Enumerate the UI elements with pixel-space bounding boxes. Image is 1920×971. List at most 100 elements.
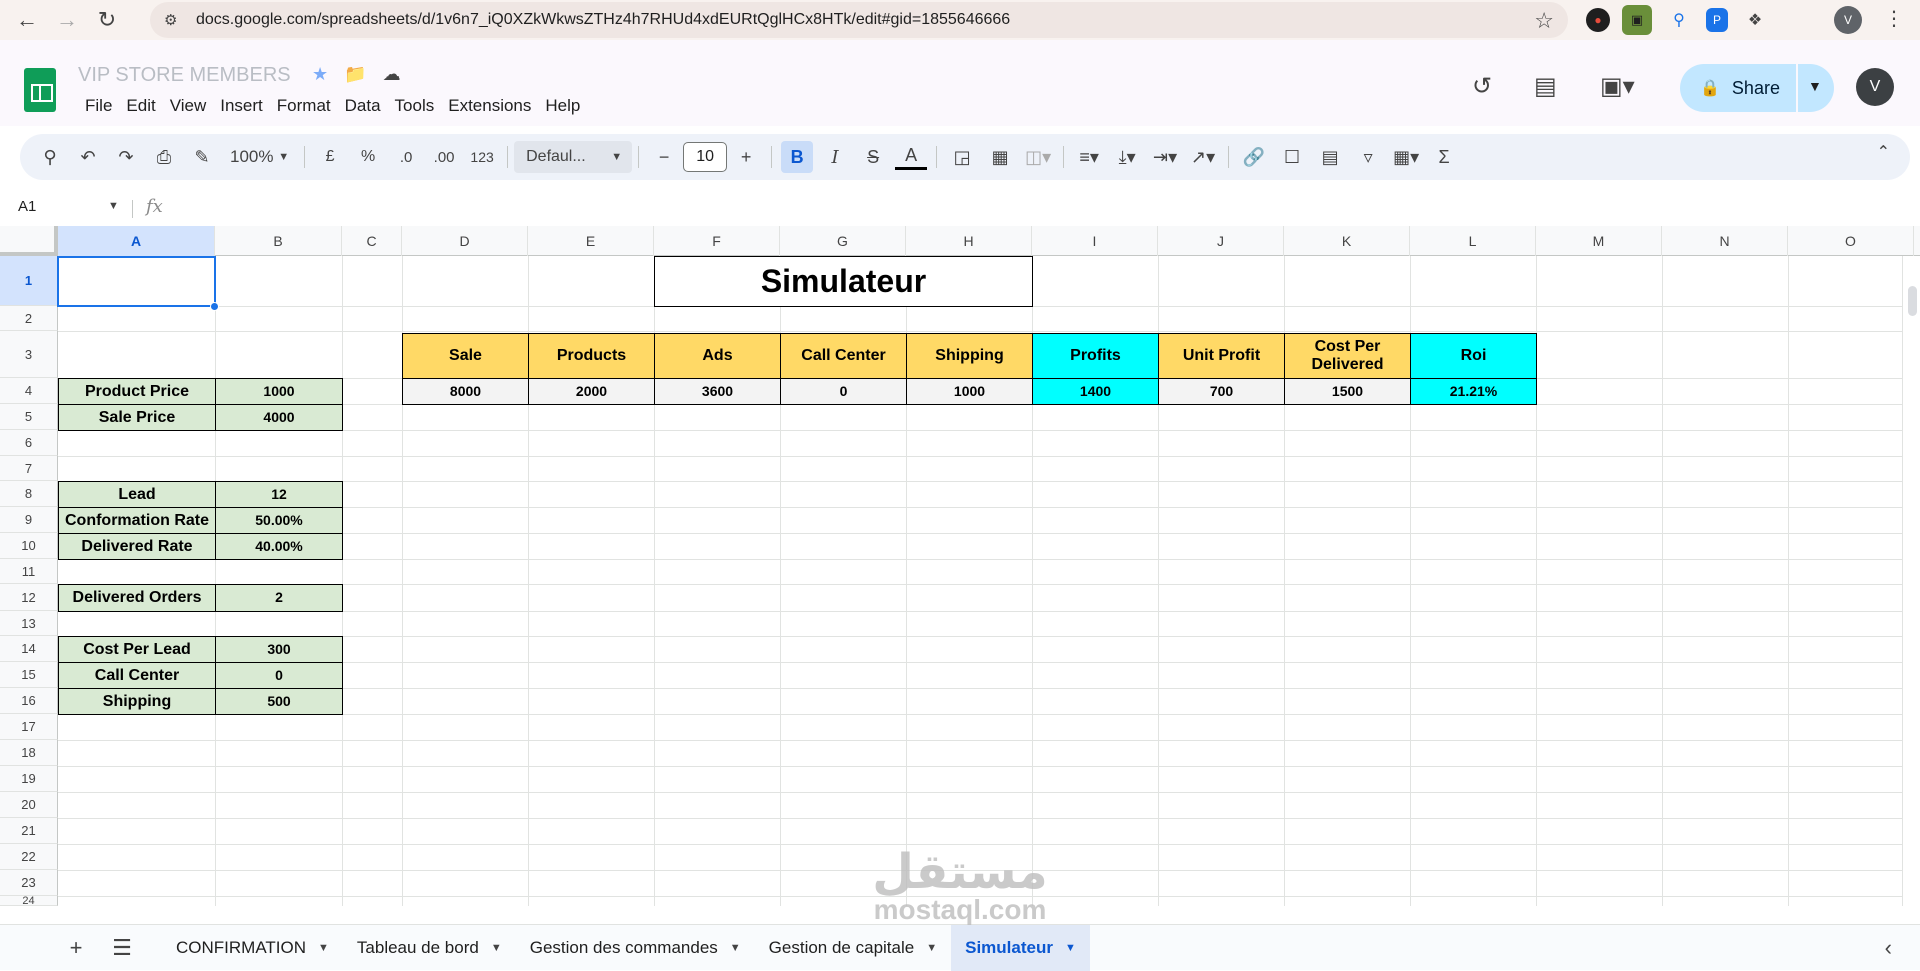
row-header-17[interactable]: 17 (0, 714, 58, 740)
strikethrough-button[interactable]: S (857, 141, 889, 173)
header-profits[interactable]: Profits (1032, 333, 1159, 379)
bold-button[interactable]: B (781, 141, 814, 173)
share-dropdown-icon[interactable]: ▼ (1808, 78, 1822, 94)
insert-comment-icon[interactable]: ☐ (1276, 141, 1308, 173)
value-delivered-rate[interactable]: 40.00% (215, 533, 343, 560)
menu-help[interactable]: Help (538, 96, 587, 116)
forward-arrow-icon[interactable]: → (48, 1, 86, 39)
value-cost-per-lead[interactable]: 300 (215, 636, 343, 663)
value-sale[interactable]: 8000 (402, 378, 529, 405)
row-header-24[interactable]: 24 (0, 895, 58, 906)
zoom-select[interactable]: 100% ▼ (224, 141, 295, 173)
value-sale-price[interactable]: 4000 (215, 404, 343, 431)
label-sale-price[interactable]: Sale Price (58, 404, 216, 431)
row-header-11[interactable]: 11 (0, 559, 58, 584)
menu-extensions[interactable]: Extensions (441, 96, 538, 116)
all-sheets-icon[interactable]: ☰ (102, 928, 142, 968)
label-product-price[interactable]: Product Price (58, 378, 216, 405)
star-icon[interactable]: ★ (312, 64, 328, 85)
row-header-12[interactable]: 12 (0, 584, 58, 611)
menu-file[interactable]: File (78, 96, 119, 116)
address-bar[interactable]: ⚙ docs.google.com/spreadsheets/d/1v6n7_i… (150, 2, 1568, 38)
fill-handle[interactable] (210, 302, 219, 311)
site-info-icon[interactable]: ⚙ (164, 11, 184, 29)
insert-link-icon[interactable]: 🔗 (1238, 141, 1270, 173)
filter-icon[interactable]: ▿ (1352, 141, 1384, 173)
column-header-l[interactable]: L (1410, 226, 1536, 256)
label-lead[interactable]: Lead (58, 481, 216, 508)
column-header-b[interactable]: B (215, 226, 342, 256)
document-title[interactable]: VIP STORE MEMBERS (78, 64, 291, 87)
menu-format[interactable]: Format (270, 96, 338, 116)
increase-font-size-icon[interactable]: + (730, 141, 762, 173)
label-call-center[interactable]: Call Center (58, 662, 216, 689)
header-cost-per-delivered[interactable]: Cost Per Delivered (1284, 333, 1411, 379)
label-delivered-orders[interactable]: Delivered Orders (58, 584, 216, 612)
sheet-tab-confirmation[interactable]: CONFIRMATION ▼ (162, 925, 343, 971)
text-wrapping-icon[interactable]: ⇥▾ (1149, 141, 1181, 173)
chevron-down-icon[interactable]: ▼ (318, 942, 329, 954)
value-product-price[interactable]: 1000 (215, 378, 343, 405)
extension-glasses-icon[interactable]: ▣ (1622, 5, 1652, 35)
extension-search-icon[interactable]: ⚲ (1664, 5, 1694, 35)
address-url[interactable]: docs.google.com/spreadsheets/d/1v6n7_iQ0… (196, 11, 1010, 29)
value-delivered-orders[interactable]: 2 (215, 584, 343, 612)
value-conformation-rate[interactable]: 50.00% (215, 507, 343, 534)
column-header-a[interactable]: A (58, 226, 215, 256)
functions-icon[interactable]: Σ (1428, 141, 1460, 173)
extension-blue-icon[interactable]: P (1706, 8, 1728, 32)
row-header-4[interactable]: 4 (0, 378, 58, 404)
chevron-down-icon[interactable]: ▼ (730, 942, 741, 954)
vertical-scrollbar[interactable] (1902, 256, 1920, 906)
chevron-down-icon[interactable]: ▼ (1065, 942, 1076, 954)
row-header-1[interactable]: 1 (0, 256, 58, 306)
browser-menu-icon[interactable]: ⋮ (1884, 6, 1904, 31)
more-formats-button[interactable]: 123 (466, 141, 498, 173)
value-products[interactable]: 2000 (528, 378, 655, 405)
back-arrow-icon[interactable]: ← (8, 1, 46, 39)
share-button[interactable]: 🔒 Share ▼ (1680, 64, 1834, 112)
value-profits[interactable]: 1400 (1032, 378, 1159, 405)
value-ads[interactable]: 3600 (654, 378, 781, 405)
value-shipping[interactable]: 1000 (906, 378, 1033, 405)
column-header-j[interactable]: J (1158, 226, 1284, 256)
sheet-tab-tableau-de-bord[interactable]: Tableau de bord ▼ (343, 925, 516, 971)
row-header-14[interactable]: 14 (0, 636, 58, 662)
chevron-down-icon[interactable]: ▼ (491, 942, 502, 954)
value-unit-profit[interactable]: 700 (1158, 378, 1285, 405)
undo-icon[interactable]: ↶ (72, 141, 104, 173)
chevron-down-icon[interactable]: ▼ (926, 942, 937, 954)
value-shipping-input[interactable]: 500 (215, 688, 343, 715)
format-currency-button[interactable]: £ (314, 141, 346, 173)
row-header-23[interactable]: 23 (0, 870, 58, 896)
row-header-21[interactable]: 21 (0, 818, 58, 844)
column-header-d[interactable]: D (402, 226, 528, 256)
column-header-h[interactable]: H (906, 226, 1032, 256)
sheet-tab-gestion-des-commandes[interactable]: Gestion des commandes ▼ (516, 925, 755, 971)
row-header-2[interactable]: 2 (0, 306, 58, 331)
extensions-puzzle-icon[interactable]: ❖ (1740, 5, 1770, 35)
name-box[interactable]: A1 (18, 198, 36, 215)
row-header-19[interactable]: 19 (0, 766, 58, 792)
print-icon[interactable]: ⎙ (148, 141, 180, 173)
simulator-title[interactable]: Simulateur (654, 256, 1033, 307)
text-color-button[interactable]: A (895, 144, 928, 170)
extension-red-icon[interactable]: ● (1586, 8, 1610, 32)
font-size-input[interactable]: 10 (683, 142, 728, 172)
redo-icon[interactable]: ↷ (110, 141, 142, 173)
version-history-icon[interactable]: ↺ (1472, 72, 1492, 101)
value-call-center[interactable]: 0 (780, 378, 907, 405)
meet-video-icon[interactable]: ▣▾ (1600, 72, 1635, 101)
sheet-tab-simulateur[interactable]: Simulateur ▼ (951, 924, 1090, 971)
header-roi[interactable]: Roi (1410, 333, 1537, 379)
header-products[interactable]: Products (528, 333, 655, 379)
header-unit-profit[interactable]: Unit Profit (1158, 333, 1285, 379)
value-roi[interactable]: 21.21% (1410, 378, 1537, 405)
fill-color-icon[interactable]: ◲ (946, 141, 978, 173)
text-rotation-icon[interactable]: ↗▾ (1187, 141, 1219, 173)
move-folder-icon[interactable]: 📁 (344, 64, 366, 85)
label-delivered-rate[interactable]: Delivered Rate (58, 533, 216, 560)
row-header-7[interactable]: 7 (0, 456, 58, 481)
value-call-center-input[interactable]: 0 (215, 662, 343, 689)
horizontal-align-icon[interactable]: ≡▾ (1073, 141, 1105, 173)
